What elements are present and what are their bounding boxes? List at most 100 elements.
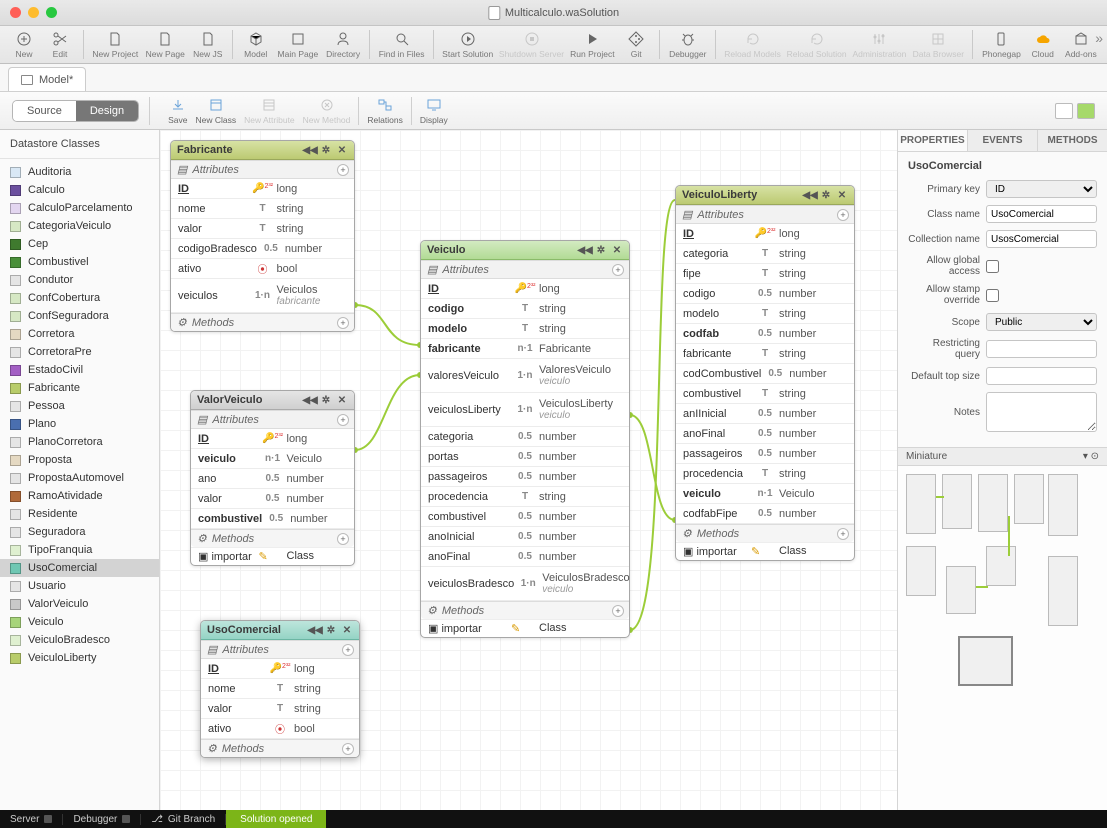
attr-modelo[interactable]: modeloTstring (676, 304, 854, 324)
toolbar-reload-models[interactable]: Reload Models (721, 26, 784, 63)
toolbar-data-browser[interactable]: Data Browser (909, 26, 967, 63)
sidebar-item-veiculoliberty[interactable]: VeiculoLiberty (0, 649, 159, 667)
tab-properties[interactable]: PROPERTIES (898, 130, 968, 151)
sidebar-item-calculoparcelamento[interactable]: CalculoParcelamento (0, 199, 159, 217)
attr-id[interactable]: ID🔑2³²long (421, 279, 629, 299)
sidebar-item-valorveiculo[interactable]: ValorVeiculo (0, 595, 159, 613)
sidebar-item-seguradora[interactable]: Seguradora (0, 523, 159, 541)
sidebar-item-corretorapre[interactable]: CorretoraPre (0, 343, 159, 361)
sidebar-item-proposta[interactable]: Proposta (0, 451, 159, 469)
toolbar-new-page[interactable]: New Page (142, 26, 189, 63)
collapse-icon[interactable]: ◀◀ (304, 144, 316, 156)
toolbar-debugger[interactable]: Debugger (665, 26, 710, 63)
attr-fabricante[interactable]: fabricanten·1Fabricante (421, 339, 629, 359)
attr-categoria[interactable]: categoriaTstring (676, 244, 854, 264)
tab-model[interactable]: Model* (8, 67, 86, 91)
attr-valoresveiculo[interactable]: valoresVeiculo1·nValoresVeiculoveiculo (421, 359, 629, 393)
attr-fabricante[interactable]: fabricanteTstring (676, 344, 854, 364)
view-layout-toggle[interactable] (1077, 103, 1095, 119)
attr-veiculosbradesco[interactable]: veiculosBradesco1·nVeiculosBradescoveicu… (421, 567, 629, 601)
toolbar-shutdown-server[interactable]: Shutdown Server (496, 26, 566, 63)
gear-icon[interactable]: ✲ (320, 144, 332, 156)
toolbar-directory[interactable]: Directory (322, 26, 364, 63)
attr-codcombustivel[interactable]: codCombustivel0.5number (676, 364, 854, 384)
attr-ativo[interactable]: ativo⦿bool (201, 719, 359, 739)
add-method[interactable]: + (337, 317, 349, 329)
zoom-window[interactable] (46, 7, 57, 18)
attr-passageiros[interactable]: passageiros0.5number (676, 444, 854, 464)
sidebar-item-plano[interactable]: Plano (0, 415, 159, 433)
sidebar-item-estadocivil[interactable]: EstadoCivil (0, 361, 159, 379)
sidebar-item-veiculo[interactable]: Veiculo (0, 613, 159, 631)
attr-veiculo[interactable]: veiculon·1Veiculo (676, 484, 854, 504)
entity-veiculoliberty[interactable]: VeiculoLiberty ◀◀✲✕ ▤Attributes+ ID🔑2³²l… (675, 185, 855, 561)
attr-portas[interactable]: portas0.5number (421, 447, 629, 467)
attr-combustivel[interactable]: combustivelTstring (676, 384, 854, 404)
attr-procedencia[interactable]: procedenciaTstring (676, 464, 854, 484)
tab-methods[interactable]: METHODS (1038, 130, 1107, 151)
attr-modelo[interactable]: modeloTstring (421, 319, 629, 339)
attr-codfab[interactable]: codfab0.5number (676, 324, 854, 344)
design-button[interactable]: Design (76, 101, 138, 121)
sidebar-item-fabricante[interactable]: Fabricante (0, 379, 159, 397)
toolbar-new-js[interactable]: New JS (189, 26, 227, 63)
toolbar-administration[interactable]: Administration (849, 26, 909, 63)
attr-anofinal[interactable]: anoFinal0.5number (421, 547, 629, 567)
sidebar-item-confcobertura[interactable]: ConfCobertura (0, 289, 159, 307)
toolbar-git[interactable]: Git (618, 26, 654, 63)
attr-nome[interactable]: nomeTstring (201, 679, 359, 699)
sidebar-item-pessoa[interactable]: Pessoa (0, 397, 159, 415)
subtoolbar-new-attribute[interactable]: New Attribute (244, 97, 295, 125)
attr-codigo[interactable]: codigo0.5number (676, 284, 854, 304)
toolbar-find-in-files[interactable]: Find in Files (375, 26, 428, 63)
allow-global-checkbox[interactable] (986, 260, 999, 273)
source-button[interactable]: Source (13, 101, 76, 121)
model-canvas[interactable]: Fabricante ◀◀✲✕ ▤Attributes+ ID🔑2³²longn… (160, 130, 897, 810)
attr-id[interactable]: ID🔑2³²long (201, 659, 359, 679)
overflow-icon[interactable]: » (1095, 30, 1103, 46)
attr-veiculos[interactable]: veiculos1·nVeiculosfabricante (171, 279, 354, 313)
miniature-collapse-icon[interactable]: ▾ ⊙ (1083, 451, 1099, 462)
sidebar-item-combustivel[interactable]: Combustivel (0, 253, 159, 271)
sidebar-item-residente[interactable]: Residente (0, 505, 159, 523)
attr-combustivel[interactable]: combustivel0.5number (191, 509, 354, 529)
close-icon[interactable]: ✕ (336, 144, 348, 156)
toolbar-reload-solution[interactable]: Reload Solution (784, 26, 850, 63)
notes-textarea[interactable] (986, 392, 1097, 432)
subtoolbar-display[interactable]: Display (420, 97, 448, 125)
toolbar-new[interactable]: New (6, 26, 42, 63)
toolbar-run-project[interactable]: Run Project (567, 26, 619, 63)
class-name-input[interactable] (986, 205, 1097, 223)
miniature-map[interactable] (898, 466, 1107, 810)
subtoolbar-relations[interactable]: Relations (367, 97, 402, 125)
allow-stamp-checkbox[interactable] (986, 289, 999, 302)
attr-id[interactable]: ID🔑2³²long (676, 224, 854, 244)
attr-valor[interactable]: valorTstring (201, 699, 359, 719)
attr-nome[interactable]: nomeTstring (171, 199, 354, 219)
attr-veiculosliberty[interactable]: veiculosLiberty1·nVeiculosLibertyveiculo (421, 393, 629, 427)
toolbar-start-solution[interactable]: Start Solution (439, 26, 497, 63)
attr-procedencia[interactable]: procedenciaTstring (421, 487, 629, 507)
entity-valorveiculo[interactable]: ValorVeiculo ◀◀✲✕ ▤Attributes+ ID🔑2³²lon… (190, 390, 355, 566)
sidebar-item-usocomercial[interactable]: UsoComercial (0, 559, 159, 577)
sidebar-item-veiculobradesco[interactable]: VeiculoBradesco (0, 631, 159, 649)
sidebar-item-planocorretora[interactable]: PlanoCorretora (0, 433, 159, 451)
attr-ano[interactable]: ano0.5number (191, 469, 354, 489)
toolbar-main-page[interactable]: Main Page (274, 26, 322, 63)
toolbar-model[interactable]: Model (238, 26, 274, 63)
minimize-window[interactable] (28, 7, 39, 18)
scope-select[interactable]: Public (986, 313, 1097, 331)
tab-events[interactable]: EVENTS (968, 130, 1038, 151)
entity-fabricante[interactable]: Fabricante ◀◀✲✕ ▤Attributes+ ID🔑2³²longn… (170, 140, 355, 332)
collection-name-input[interactable] (986, 230, 1097, 248)
primary-key-select[interactable]: ID (986, 180, 1097, 198)
sidebar-item-cep[interactable]: Cep (0, 235, 159, 253)
entity-usocomercial[interactable]: UsoComercial ◀◀✲✕ ▤Attributes+ ID🔑2³²lon… (200, 620, 360, 758)
sidebar-item-corretora[interactable]: Corretora (0, 325, 159, 343)
sidebar-item-auditoria[interactable]: Auditoria (0, 163, 159, 181)
sidebar-item-propostaautomovel[interactable]: PropostaAutomovel (0, 469, 159, 487)
sidebar-item-tipofranquia[interactable]: TipoFranquia (0, 541, 159, 559)
toolbar-new-project[interactable]: New Project (89, 26, 142, 63)
attr-id[interactable]: ID🔑2³²long (171, 179, 354, 199)
entity-veiculo[interactable]: Veiculo ◀◀✲✕ ▤Attributes+ ID🔑2³²longcodi… (420, 240, 630, 638)
